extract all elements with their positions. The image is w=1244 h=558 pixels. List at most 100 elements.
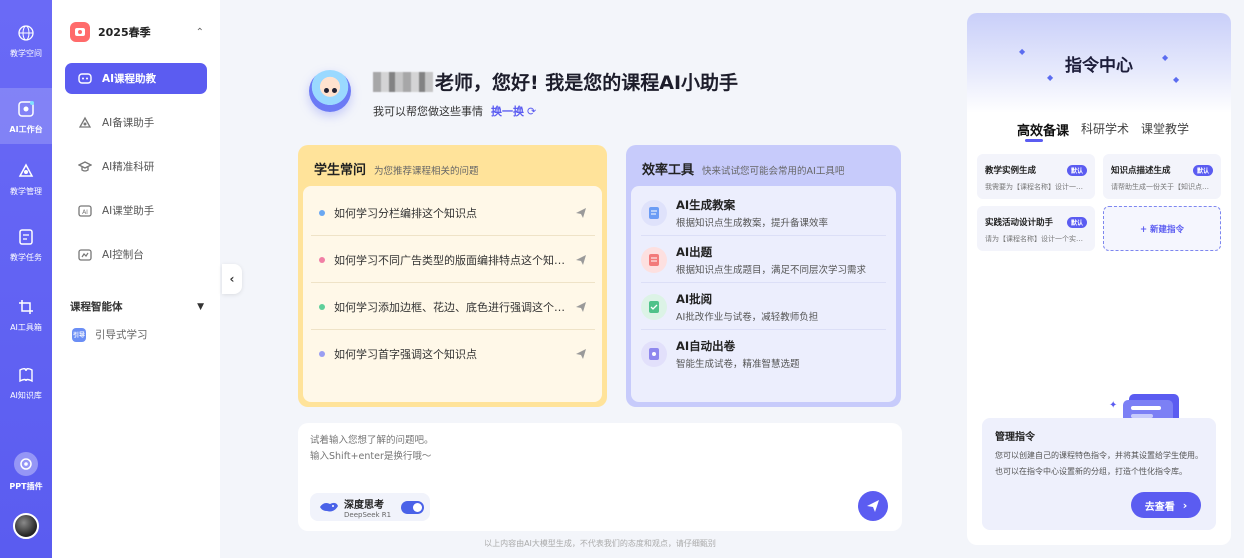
tool-title: AI批阅 [676, 291, 713, 306]
manage-commands-box: 管理指令 您可以创建自己的课程特色指令，并将其设置给学生使用。也可以在指令中心设… [982, 418, 1216, 530]
sidebar-item-label: AI控制台 [102, 249, 144, 261]
faq-question[interactable]: 如何学习添加边框、花边、底色进行强调这个知识点 [311, 284, 595, 330]
question-text: 如何学习不同广告类型的版面编排特点这个知识点 [334, 253, 567, 267]
knowledge-icon [15, 364, 37, 386]
svg-text:AI: AI [82, 209, 88, 216]
default-badge: 默认 [1066, 164, 1087, 176]
rail-item-ppt-plugin[interactable]: PPT插件 [0, 452, 52, 492]
left-rail: 教学空间 AI工作台 教学管理 教学任务 AI工具箱 AI知识库 PPT插件 [0, 0, 52, 558]
tools-desc: 快来试试您可能会常用的AI工具吧 [702, 166, 845, 177]
sidebar-item-guided-learning[interactable]: 引导 引导式学习 [72, 327, 148, 342]
season-selector[interactable]: 2025春季 ⌃ [70, 20, 204, 44]
question-text: 如何学习分栏编排这个知识点 [334, 206, 477, 220]
deep-think-switch[interactable] [401, 501, 424, 514]
deep-think-toggle[interactable]: 深度思考 DeepSeek R1 [310, 493, 430, 521]
rail-label: 教学任务 [10, 252, 42, 262]
tool-item-grading[interactable]: AI批阅 AI批改作业与试卷，减轻教师负担 [641, 284, 886, 330]
faq-question[interactable]: 如何学习分栏编排这个知识点 [311, 190, 595, 236]
rail-item-ai-toolbox[interactable]: AI工具箱 [0, 288, 52, 340]
paper-plane-icon [867, 500, 879, 512]
rail-item-ai-workbench[interactable]: AI工作台 [0, 88, 52, 144]
faq-list: 如何学习分栏编排这个知识点 如何学习不同广告类型的版面编排特点这个知识点 如何学… [303, 186, 602, 402]
tool-item-auto-paper[interactable]: AI自动出卷 智能生成试卷，精准智慧选题 [641, 331, 886, 377]
rail-item-teaching-manage[interactable]: 教学管理 [0, 152, 52, 204]
rail-item-teaching-task[interactable]: 教学任务 [0, 218, 52, 270]
sidebar: 2025春季 ⌃ AI课程助教 AI备课助手 AI精准科研 AI AI课堂助手 … [52, 0, 220, 558]
classroom-icon: AI [77, 203, 93, 219]
command-card[interactable]: 教学实例生成 默认 我需要为【课程名称】设计一个教学实例 [977, 154, 1095, 199]
sidebar-item-ai-research[interactable]: AI精准科研 [65, 151, 207, 182]
view-button-label: 去查看 [1144, 501, 1175, 513]
new-command-button[interactable]: + 新建指令 [1103, 206, 1221, 251]
faq-card: 学生常问 为您推荐课程相关的问题 如何学习分栏编排这个知识点 如何学习不同广告类… [298, 145, 607, 407]
tab-research[interactable]: 科研学术 [1081, 120, 1129, 139]
tool-item-question-gen[interactable]: AI出题根据知识点生成题目，满足不同层次学习需求 [641, 237, 886, 283]
sidebar-item-ai-course-assistant[interactable]: AI课程助教 [65, 63, 207, 94]
faq-question[interactable]: 如何学习首字强调这个知识点 [311, 331, 595, 377]
view-button[interactable]: 去查看 › [1131, 492, 1201, 518]
guided-learning-icon: 引导 [72, 327, 86, 342]
question-text: 如何学习添加边框、花边、底色进行强调这个知识点 [334, 300, 567, 314]
tab-classroom[interactable]: 课堂教学 [1141, 120, 1189, 139]
tool-title: AI出题 [676, 244, 713, 259]
collapse-sidebar-button[interactable]: ‹ [222, 264, 242, 294]
send-button[interactable] [858, 491, 888, 521]
faq-question[interactable]: 如何学习不同广告类型的版面编排特点这个知识点 [311, 237, 595, 283]
tab-efficient-prep[interactable]: 高效备课 [1017, 120, 1069, 139]
rail-label: AI工具箱 [10, 322, 42, 332]
rail-label: PPT插件 [9, 482, 43, 491]
rail-item-teaching-space[interactable]: 教学空间 [0, 14, 52, 66]
bullet-dot [319, 303, 325, 310]
refresh-icon[interactable]: ⟳ [527, 105, 536, 118]
chevron-down-icon: ▼ [197, 301, 204, 312]
globe-icon [15, 22, 37, 44]
auto-paper-icon [641, 341, 667, 367]
command-desc: 我需要为【课程名称】设计一个教学实例 [985, 183, 1087, 191]
swap-button[interactable]: 换一换 [491, 103, 524, 119]
command-title: 教学实例生成 [985, 166, 1037, 176]
send-arrow-icon [576, 207, 586, 218]
chat-input[interactable] [310, 433, 870, 473]
question-gen-icon [641, 246, 667, 273]
sidebar-item-label: AI课堂助手 [102, 205, 155, 217]
manage-title: 管理指令 [995, 432, 1035, 443]
tool-item-lesson-plan[interactable]: AI生成教案 根据知识点生成教案，提升备课效率 [641, 190, 886, 236]
default-badge: 默认 [1192, 164, 1213, 176]
send-arrow-icon [576, 349, 586, 359]
tool-title: AI生成教案 [676, 197, 736, 212]
rail-label: AI工作台 [9, 124, 43, 134]
avatar[interactable] [13, 513, 39, 539]
greeting-title: 老师，您好! 我是您的课程AI小助手 [373, 68, 738, 95]
command-title: 实践活动设计助手 [985, 218, 1054, 228]
command-center-panel: ◆ ◆ ◆ ◆ 指令中心 高效备课 科研学术 课堂教学 教学实例生成 默认 我需要… [967, 13, 1231, 545]
lesson-plan-icon [641, 199, 667, 226]
command-card[interactable]: 实践活动设计助手 默认 请为【课程名称】设计一个实践活动 [977, 206, 1095, 251]
assistant-avatar [309, 70, 351, 112]
manage-icon [15, 160, 37, 182]
faq-header: 学生常问 为您推荐课程相关的问题 [314, 159, 479, 178]
bullet-dot [319, 351, 325, 357]
command-card[interactable]: 知识点描述生成 默认 请帮助生成一份关于【知识点】的描述 [1103, 154, 1221, 199]
rail-item-ai-knowledge[interactable]: AI知识库 [0, 356, 52, 408]
research-icon [77, 159, 93, 175]
toolbox-icon [15, 296, 37, 318]
sidebar-item-ai-console[interactable]: AI控制台 [65, 239, 207, 270]
faq-desc: 为您推荐课程相关的问题 [374, 166, 479, 177]
svg-text:✦: ✦ [1109, 400, 1117, 411]
season-label: 2025春季 [98, 26, 151, 39]
command-desc: 请为【课程名称】设计一个实践活动 [985, 235, 1087, 243]
sidebar-group-course-agent[interactable]: 课程智能体 ▼ [70, 299, 204, 314]
bullet-dot [319, 256, 325, 263]
rail-label: 教学空间 [10, 48, 42, 58]
sparkle-icon: ◆ [1173, 75, 1180, 84]
sidebar-item-label: AI精准科研 [102, 161, 155, 173]
deep-think-model: DeepSeek R1 [344, 510, 392, 519]
season-logo-icon [70, 22, 90, 42]
sidebar-item-ai-prep-assistant[interactable]: AI备课助手 [65, 107, 207, 138]
ppt-plugin-icon [14, 452, 38, 476]
tool-desc: AI批改作业与试卷，减轻教师负担 [676, 311, 819, 323]
tool-desc: 根据知识点生成题目，满足不同层次学习需求 [676, 264, 867, 276]
rail-label: AI知识库 [10, 390, 42, 400]
tools-card: 效率工具 快来试试您可能会常用的AI工具吧 AI生成教案 根据知识点生成教案，提升… [626, 145, 901, 407]
sidebar-item-ai-classroom[interactable]: AI AI课堂助手 [65, 195, 207, 226]
